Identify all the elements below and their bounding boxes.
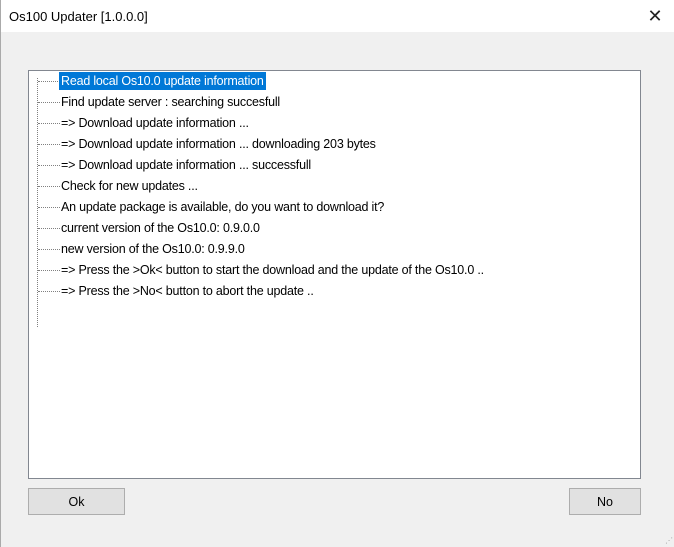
dialog-client-area: Read local Os10.0 update information Fin… <box>1 32 674 547</box>
tree-item-label: => Press the >Ok< button to start the do… <box>61 263 484 277</box>
tree-connector <box>38 81 60 82</box>
tree-connector <box>38 102 60 103</box>
updater-dialog: Os100 Updater [1.0.0.0] ✕ Read local Os1… <box>0 0 674 547</box>
tree-item-label: => Download update information ... succe… <box>61 158 311 172</box>
tree-item-label: current version of the Os10.0: 0.9.0.0 <box>61 221 260 235</box>
tree-connector <box>38 270 60 271</box>
tree-item[interactable]: => Press the >Ok< button to start the do… <box>29 260 640 280</box>
tree-item-label: Read local Os10.0 update information <box>59 72 266 90</box>
tree-item[interactable]: Read local Os10.0 update information <box>29 71 640 91</box>
ok-button[interactable]: Ok <box>28 488 125 515</box>
tree-connector <box>38 144 60 145</box>
tree-item[interactable]: An update package is available, do you w… <box>29 197 640 217</box>
tree-item[interactable]: => Download update information ... downl… <box>29 134 640 154</box>
tree-connector <box>38 291 60 292</box>
no-button[interactable]: No <box>569 488 641 515</box>
title-bar[interactable]: Os100 Updater [1.0.0.0] ✕ <box>1 0 674 32</box>
tree-item-label: => Press the >No< button to abort the up… <box>61 284 314 298</box>
tree-item-label: => Download update information ... downl… <box>61 137 376 151</box>
tree-connector <box>38 186 60 187</box>
tree-connector <box>38 165 60 166</box>
tree-item[interactable]: current version of the Os10.0: 0.9.0.0 <box>29 218 640 238</box>
resize-grip-icon[interactable]: ⋰ <box>665 536 673 545</box>
tree-item[interactable]: new version of the Os10.0: 0.9.9.0 <box>29 239 640 259</box>
tree-item[interactable]: Check for new updates ... <box>29 176 640 196</box>
tree-item[interactable]: => Press the >No< button to abort the up… <box>29 281 640 301</box>
tree-item-label: An update package is available, do you w… <box>61 200 385 214</box>
close-icon[interactable]: ✕ <box>635 0 674 32</box>
tree-item-label: Find update server : searching succesful… <box>61 95 280 109</box>
tree-connector <box>38 207 60 208</box>
tree-item[interactable]: => Download update information ... succe… <box>29 155 640 175</box>
tree-connector <box>38 228 60 229</box>
tree-item-label: => Download update information ... <box>61 116 249 130</box>
tree-item[interactable]: Find update server : searching succesful… <box>29 92 640 112</box>
tree-item-label: Check for new updates ... <box>61 179 198 193</box>
tree-connector <box>38 249 60 250</box>
tree-connector <box>38 123 60 124</box>
update-log-tree[interactable]: Read local Os10.0 update information Fin… <box>28 70 641 479</box>
tree-item-label: new version of the Os10.0: 0.9.9.0 <box>61 242 245 256</box>
tree-item[interactable]: => Download update information ... <box>29 113 640 133</box>
window-title: Os100 Updater [1.0.0.0] <box>9 9 148 24</box>
